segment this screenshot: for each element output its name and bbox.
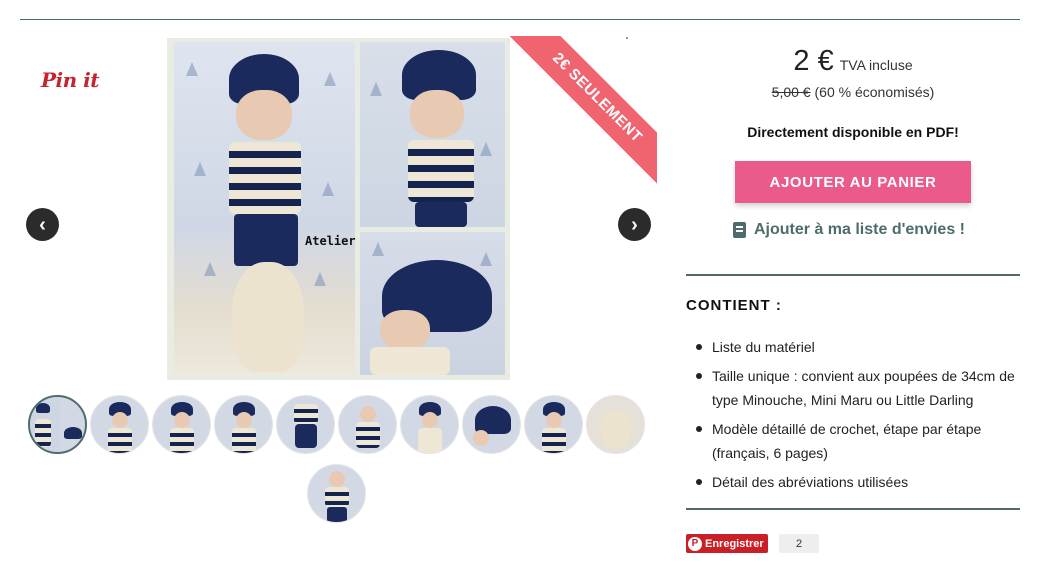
tax-note: TVA incluse [839,57,913,73]
section-divider-bottom [686,508,1020,510]
next-image-button[interactable]: › [618,208,651,241]
thumbnail-11[interactable] [307,464,366,523]
main-product-image[interactable]: Atelier Crochet [167,38,510,380]
thumbnail-3[interactable] [152,395,211,454]
promo-ribbon: 2€ SEULEMENT [497,36,657,196]
photo-panel-side-view [360,42,505,227]
savings-text: (60 % économisés) [814,84,935,100]
thumbnail-10[interactable] [586,395,645,454]
thumbnail-1[interactable] [28,395,87,454]
availability-note: Directement disponible en PDF! [747,124,959,140]
thumbnail-5[interactable] [276,395,335,454]
old-price: 5,00 € [771,84,811,100]
photo-panel-full-doll [174,42,355,375]
add-to-cart-button[interactable]: AJOUTER AU PANIER [735,161,971,203]
pinterest-save-label: Enregistrer [705,537,764,550]
promo-ribbon-label: 2€ SEULEMENT [499,36,657,196]
contents-list: Liste du matériel Taille unique : convie… [696,335,1021,499]
thumbnail-2[interactable] [90,395,149,454]
contents-heading: CONTIENT : [686,297,782,314]
section-divider [686,274,1020,276]
chevron-right-icon: › [631,213,638,236]
pinterest-save-button[interactable]: P Enregistrer [686,534,768,553]
current-price: 2 € [793,45,834,77]
add-to-wishlist-link[interactable]: Ajouter à ma liste d'envies ! [733,221,965,239]
pinterest-icon: P [688,536,702,551]
list-item: Détail des abréviations utilisées [696,470,1021,494]
previous-image-button[interactable]: ‹ [26,208,59,241]
photo-panel-hat-closeup [360,232,505,375]
thumbnail-8[interactable] [462,395,521,454]
pinterest-count: 2 [779,534,819,553]
decorative-dot [626,37,628,39]
top-divider [20,19,1020,20]
list-item: Liste du matériel [696,335,1021,359]
price-block: 2 € TVA incluse 5,00 € (60 % économisés) [686,45,1020,100]
bookmark-icon [733,222,746,238]
pin-it-button[interactable]: Pin it [41,68,99,92]
list-item: Modèle détaillé de crochet, étape par ét… [696,417,1021,465]
thumbnail-9[interactable] [524,395,583,454]
thumbnail-7[interactable] [400,395,459,454]
list-item: Taille unique : convient aux poupées de … [696,364,1021,412]
chevron-left-icon: ‹ [39,213,46,236]
thumbnail-6[interactable] [338,395,397,454]
thumbnail-4[interactable] [214,395,273,454]
wishlist-label: Ajouter à ma liste d'envies ! [754,221,965,238]
